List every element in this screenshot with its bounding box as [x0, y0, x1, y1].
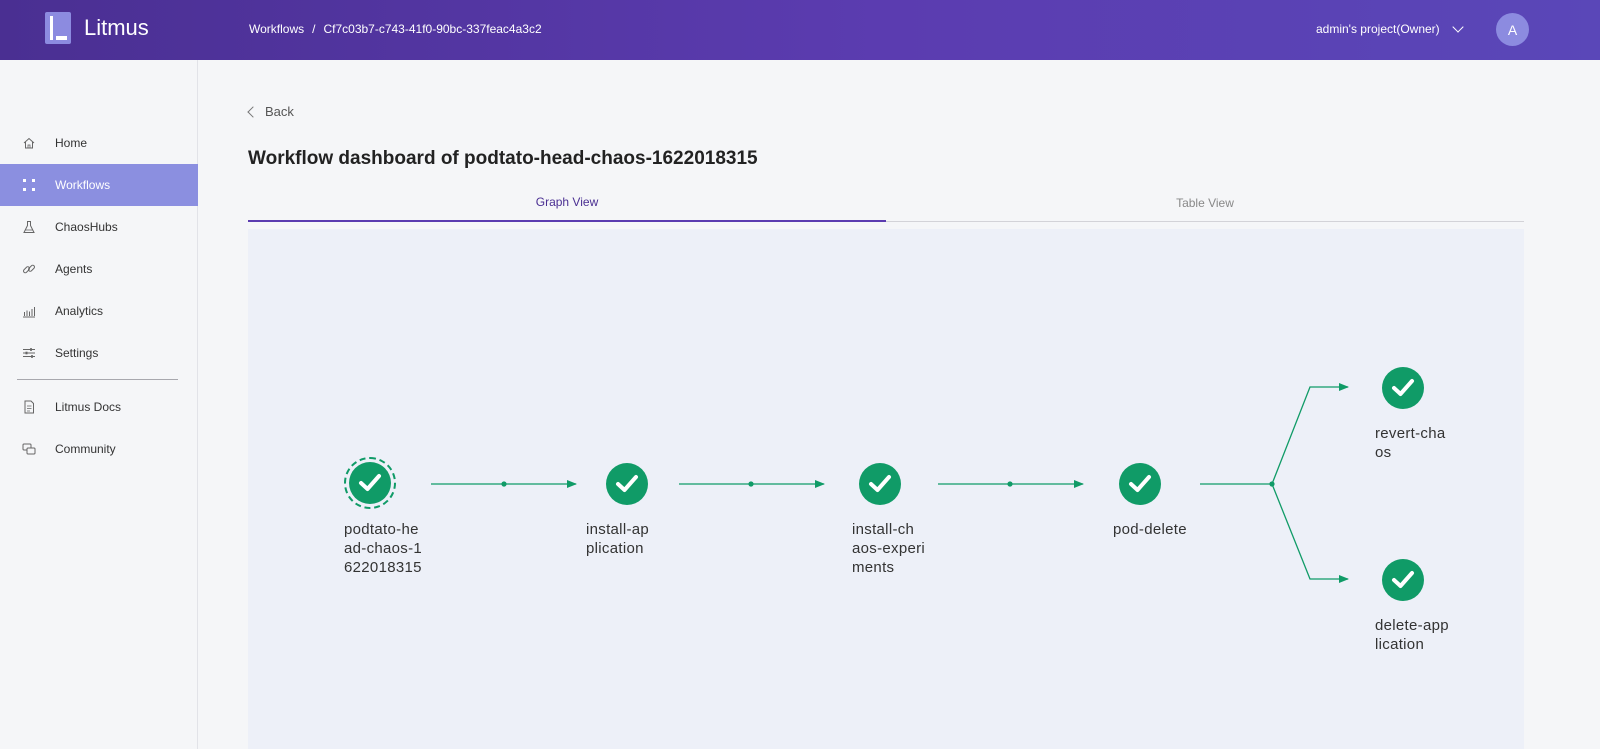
- top-bar: Litmus Workflows / Cf7c03b7-c743-41f0-90…: [0, 0, 1600, 60]
- workflow-graph-canvas[interactable]: podtato-he ad-chaos-1 622018315 install-…: [248, 229, 1524, 749]
- settings-icon: [23, 348, 35, 358]
- community-icon: [22, 443, 36, 455]
- project-name: admin's project(Owner): [1316, 22, 1440, 36]
- breadcrumb: Workflows / Cf7c03b7-c743-41f0-90bc-337f…: [249, 22, 542, 36]
- link-icon: [23, 264, 35, 274]
- edge-fork-to-revert-chaos: [1271, 383, 1349, 485]
- node-label: install-ch aos-experi ments: [852, 521, 926, 576]
- success-check-icon: [1119, 463, 1161, 505]
- sidebar-item-agents[interactable]: Agents: [0, 248, 198, 290]
- sidebar-item-label: Analytics: [55, 304, 104, 318]
- edge-fork-to-delete-application: [1271, 483, 1349, 583]
- node-label: pod-delete: [1113, 521, 1187, 538]
- chevron-down-icon: [1452, 21, 1464, 33]
- project-selector[interactable]: admin's project(Owner): [1316, 21, 1464, 36]
- brand-name[interactable]: Litmus: [84, 15, 149, 41]
- sidebar-item-label: Settings: [55, 346, 99, 360]
- edge-midpoint-dot: [501, 481, 507, 487]
- breadcrumb-workflows[interactable]: Workflows: [249, 22, 304, 36]
- success-check-icon: [349, 462, 391, 504]
- sidebar-item-litmus-docs[interactable]: Litmus Docs: [0, 386, 198, 428]
- sidebar-item-label: Litmus Docs: [55, 400, 122, 414]
- node-label: podtato-he ad-chaos-1 622018315: [344, 521, 423, 576]
- view-tabs: Graph View Table View: [248, 184, 1524, 222]
- success-check-icon: [859, 463, 901, 505]
- back-label: Back: [265, 104, 294, 119]
- sidebar-item-home[interactable]: Home: [0, 122, 198, 164]
- sidebar-item-workflows[interactable]: Workflows: [0, 164, 198, 206]
- workflows-icon: [23, 179, 35, 191]
- sidebar-item-label: Home: [55, 136, 88, 150]
- success-check-icon: [1382, 367, 1424, 409]
- page-title: Workflow dashboard of podtato-head-chaos…: [248, 148, 758, 169]
- sidebar-item-community[interactable]: Community: [0, 428, 198, 470]
- sidebar-item-chaoshubs[interactable]: ChaosHubs: [0, 206, 198, 248]
- sidebar-item-label: ChaosHubs: [55, 220, 118, 234]
- breadcrumb-current: Cf7c03b7-c743-41f0-90bc-337feac4a3c2: [323, 22, 542, 36]
- sidebar: Home Workflows ChaosHubs Agents Analytic…: [0, 60, 198, 749]
- sidebar-item-analytics[interactable]: Analytics: [0, 290, 198, 332]
- breadcrumb-separator: /: [312, 22, 316, 36]
- home-icon: [23, 137, 35, 149]
- back-button[interactable]: Back: [247, 104, 294, 119]
- flask-icon: [23, 221, 35, 233]
- litmus-logo-icon: [45, 12, 71, 44]
- edge-midpoint-dot: [748, 481, 754, 487]
- sidebar-item-label: Agents: [55, 262, 93, 276]
- sidebar-divider: [17, 379, 178, 380]
- avatar[interactable]: A: [1496, 13, 1529, 46]
- document-icon: [24, 400, 34, 414]
- chevron-left-icon: [247, 105, 259, 118]
- sidebar-item-label: Workflows: [55, 178, 111, 192]
- analytics-icon: [23, 307, 35, 318]
- edge-midpoint-dot: [1007, 481, 1013, 487]
- node-label: revert-cha os: [1375, 425, 1446, 461]
- sidebar-item-label: Community: [55, 442, 116, 456]
- success-check-icon: [606, 463, 648, 505]
- sidebar-item-settings[interactable]: Settings: [0, 332, 198, 374]
- fork-point-dot: [1269, 481, 1275, 487]
- tab-table-view[interactable]: Table View: [886, 184, 1524, 222]
- success-check-icon: [1382, 559, 1424, 601]
- node-label: install-ap plication: [586, 521, 650, 557]
- node-label: delete-app lication: [1375, 617, 1449, 653]
- tab-graph-view[interactable]: Graph View: [248, 184, 886, 222]
